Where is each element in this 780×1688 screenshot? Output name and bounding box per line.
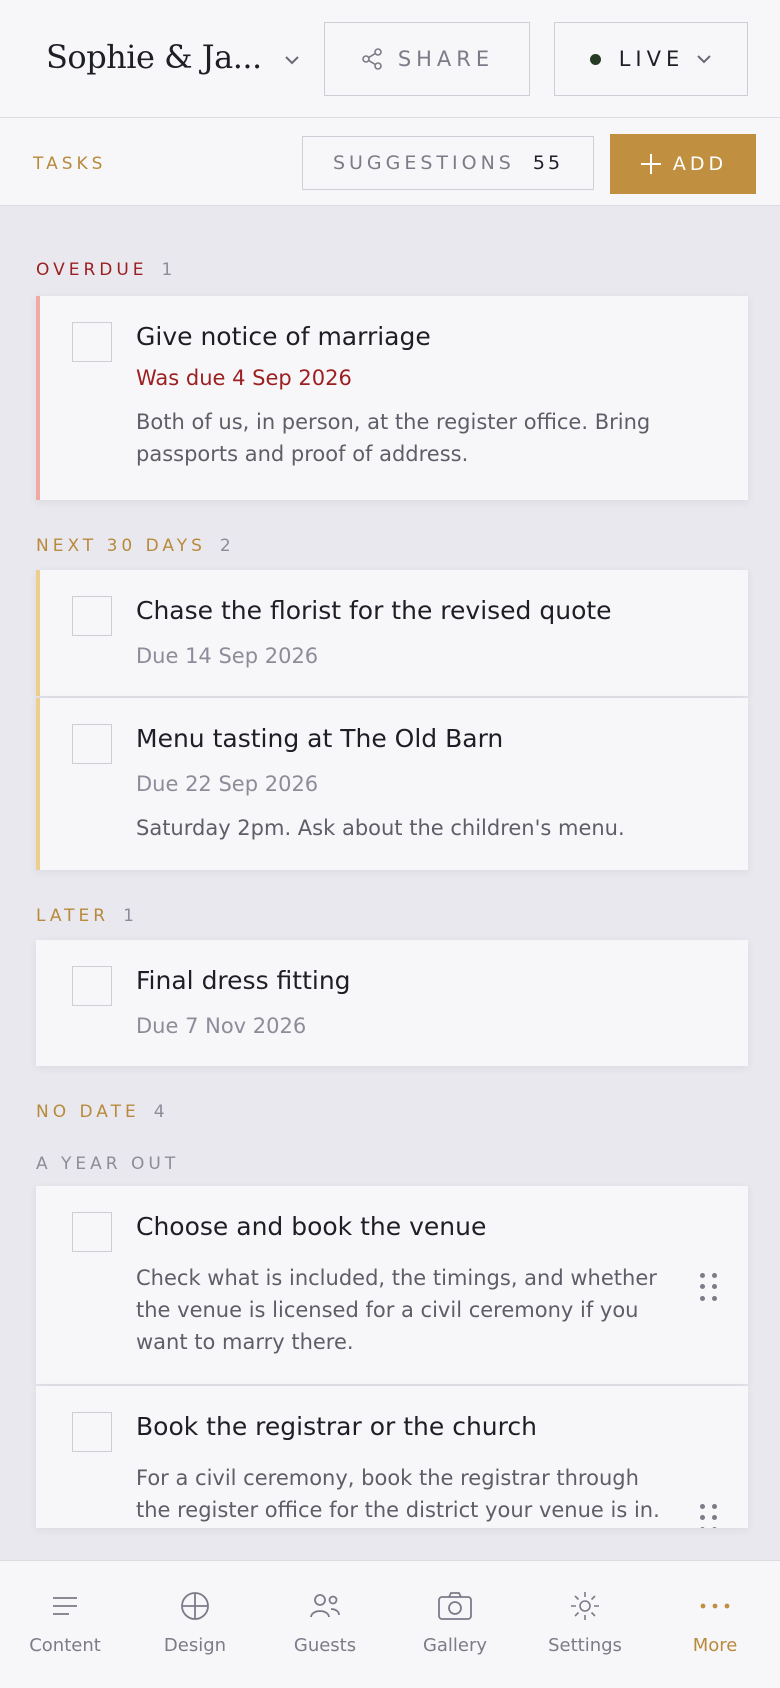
section-later-heading: LATER 1 [36, 906, 136, 926]
task-due-date: Was due 4 Sep 2026 [136, 366, 352, 390]
share-label: SHARE [397, 47, 495, 71]
nav-settings[interactable]: Settings [520, 1561, 650, 1688]
task-title: Menu tasting at The Old Barn [136, 724, 504, 753]
section-count: 2 [219, 536, 233, 556]
task-note: Check what is included, the timings, and… [136, 1266, 657, 1354]
section-label: NO DATE [36, 1102, 140, 1122]
nav-label: More [692, 1635, 738, 1656]
nav-design[interactable]: Design [130, 1561, 260, 1688]
section-count: 1 [161, 260, 175, 280]
suggestions-label: SUGGESTIONS [332, 152, 515, 174]
section-count: 1 [123, 906, 136, 926]
nav-more[interactable]: More [650, 1561, 780, 1688]
nav-label: Guests [293, 1635, 357, 1656]
task-note: Saturday 2pm. Ask about the children's m… [136, 816, 625, 840]
section-label: LATER [36, 906, 110, 926]
task-checkbox[interactable] [72, 966, 112, 1006]
section-count: 4 [153, 1102, 167, 1122]
live-status-button[interactable]: LIVE [554, 22, 748, 96]
section-label: OVERDUE [36, 260, 148, 280]
tasks-toolbar: TASKS SUGGESTIONS 55 ADD [0, 118, 780, 206]
nav-guests[interactable]: Guests [260, 1561, 390, 1688]
task-card-registrar[interactable]: Book the registrar or the church For a c… [36, 1386, 748, 1528]
suggestions-count: 55 [532, 152, 564, 174]
lines-icon [51, 1589, 79, 1623]
sun-icon [569, 1589, 601, 1623]
nav-label: Settings [548, 1635, 622, 1656]
subsection-year-out-heading: A YEAR OUT [36, 1154, 180, 1174]
plus-icon [639, 152, 663, 176]
drag-handle-icon[interactable] [700, 1273, 718, 1303]
task-title: Chase the florist for the revised quote [136, 596, 612, 625]
top-header: Sophie & Ja... SHARE LIVE [0, 0, 780, 118]
section-next30-heading: NEXT 30 DAYS 2 [36, 536, 233, 556]
task-checkbox[interactable] [72, 596, 112, 636]
nav-label: Gallery [422, 1635, 488, 1656]
nav-content[interactable]: Content [0, 1561, 130, 1688]
task-card-venue[interactable]: Choose and book the venue Check what is … [36, 1186, 748, 1384]
task-due-date: Due 7 Nov 2026 [136, 1014, 307, 1038]
task-card-tasting[interactable]: Menu tasting at The Old Barn Due 22 Sep … [36, 698, 748, 870]
bottom-navigation: Content Design Guests Gallery Settings M… [0, 1560, 780, 1688]
couple-name: Sophie & Ja... [46, 38, 262, 76]
task-card-notice[interactable]: Give notice of marriage Was due 4 Sep 20… [36, 296, 748, 500]
nav-label: Design [163, 1635, 227, 1656]
task-checkbox[interactable] [72, 1212, 112, 1252]
chevron-down-icon [696, 54, 712, 64]
task-title: Give notice of marriage [136, 322, 431, 351]
section-nodate-heading: NO DATE 4 [36, 1102, 167, 1122]
share-button[interactable]: SHARE [324, 22, 530, 96]
task-checkbox[interactable] [72, 322, 112, 362]
camera-icon [437, 1589, 473, 1623]
task-title: Final dress fitting [136, 966, 351, 995]
task-title: Book the registrar or the church [136, 1412, 537, 1441]
task-note: For a civil ceremony, book the registrar… [136, 1466, 660, 1522]
live-dot-icon [589, 53, 601, 65]
section-overdue-heading: OVERDUE 1 [36, 260, 174, 280]
add-label: ADD [672, 153, 728, 175]
tasks-title: TASKS [33, 154, 107, 174]
task-title: Choose and book the venue [136, 1212, 487, 1241]
share-icon [360, 47, 384, 71]
globe-icon [179, 1589, 211, 1623]
task-due-date: Due 22 Sep 2026 [136, 772, 319, 796]
nav-label: Content [29, 1635, 101, 1656]
section-label: NEXT 30 DAYS [36, 536, 206, 556]
dots-icon [699, 1589, 731, 1623]
task-note: Both of us, in person, at the register o… [136, 410, 651, 466]
task-checkbox[interactable] [72, 1412, 112, 1452]
site-switcher[interactable]: Sophie & Ja... [46, 38, 300, 76]
task-checkbox[interactable] [72, 724, 112, 764]
task-card-dress[interactable]: Final dress fitting Due 7 Nov 2026 [36, 940, 748, 1066]
people-icon [309, 1589, 341, 1623]
drag-handle-icon[interactable] [700, 1504, 718, 1528]
nav-gallery[interactable]: Gallery [390, 1561, 520, 1688]
task-card-florist[interactable]: Chase the florist for the revised quote … [36, 570, 748, 696]
task-due-date: Due 14 Sep 2026 [136, 644, 319, 668]
suggestions-button[interactable]: SUGGESTIONS 55 [302, 136, 594, 190]
add-task-button[interactable]: ADD [610, 134, 756, 194]
live-label: LIVE [618, 47, 685, 71]
chevron-down-icon [284, 50, 300, 69]
